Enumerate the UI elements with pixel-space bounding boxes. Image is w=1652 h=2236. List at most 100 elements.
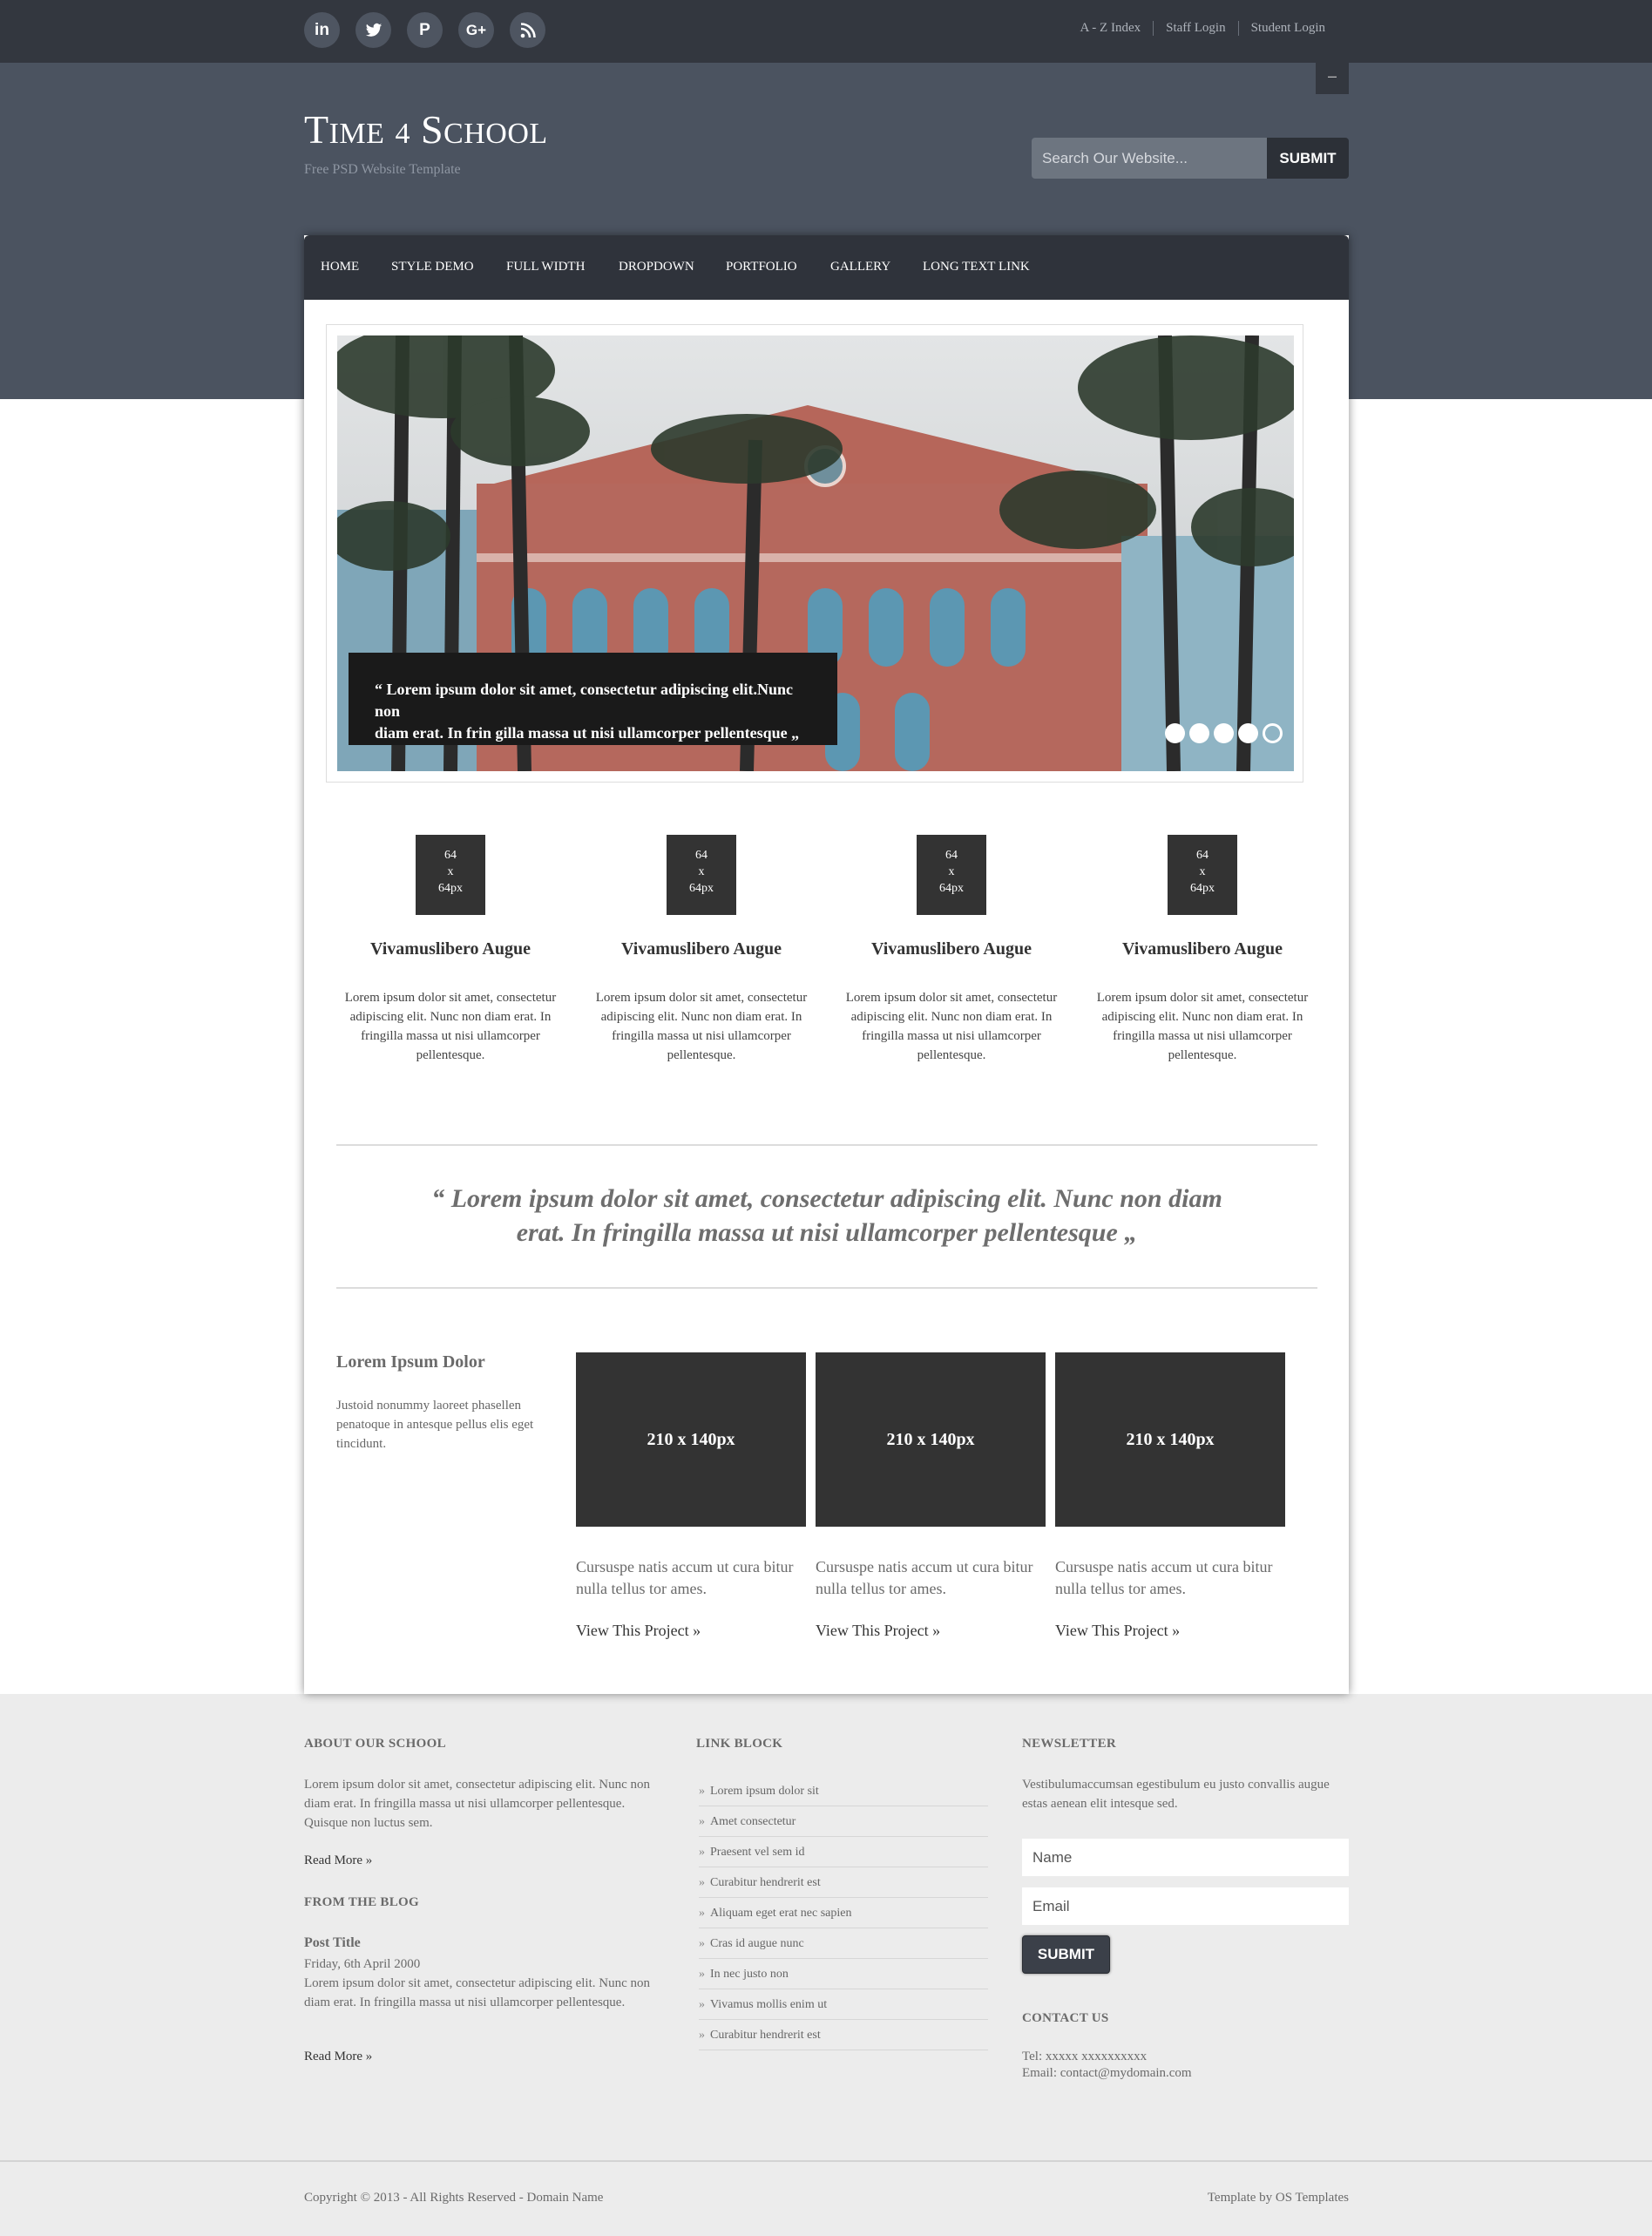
contact-email: Email: contact@mydomain.com: [1022, 2066, 1192, 2080]
feature-column: 64 x 64px Vivamuslibero Augue Lorem ipsum …: [342, 835, 559, 1065]
linkedin-icon[interactable]: in: [304, 12, 340, 48]
nav-dropdown[interactable]: DROPDOWN: [619, 260, 694, 274]
az-index-link[interactable]: A - Z Index: [1068, 21, 1154, 36]
google-plus-icon[interactable]: G+: [458, 12, 494, 48]
nav-full-width[interactable]: FULL WIDTH: [506, 260, 585, 274]
link-block-heading: LINK BLOCK: [696, 1737, 783, 1751]
about-heading: ABOUT OUR SCHOOL: [304, 1737, 446, 1751]
nav-gallery[interactable]: GALLERY: [830, 260, 890, 274]
chevron-right-icon: »: [699, 1785, 705, 1798]
newsletter-email-field[interactable]: [1022, 1887, 1349, 1925]
twitter-icon[interactable]: [355, 12, 391, 48]
chevron-right-icon: »: [699, 1937, 705, 1950]
nav-long-text-link[interactable]: LONG TEXT LINK: [923, 260, 1030, 274]
slider-dot[interactable]: [1238, 723, 1258, 743]
link-block-item[interactable]: » Aliquam eget erat nec sapien: [699, 1899, 988, 1928]
feature-icon-placeholder: 64 x 64px: [1168, 835, 1237, 915]
icon-placeholder-size: 64: [444, 849, 457, 862]
slider-image: “ Lorem ipsum dolor sit amet, consectetu…: [337, 335, 1294, 771]
search-submit-button[interactable]: SUBMIT: [1267, 138, 1349, 179]
feature-column: 64 x 64px Vivamuslibero Augue Lorem ipsum …: [1093, 835, 1311, 1065]
link-block-item[interactable]: » Curabitur hendrerit est: [699, 1868, 988, 1898]
pull-quote-line-1: “ Lorem ipsum dolor sit amet, consectetu…: [431, 1184, 1222, 1213]
link-block-item-label: Curabitur hendrerit est: [710, 1876, 821, 1889]
project-thumbnail[interactable]: 210 x 140px: [1055, 1352, 1285, 1527]
icon-placeholder-size: 64px: [438, 882, 463, 895]
portfolio-side-text: Justoid nonummy laoreet phasellen penato…: [336, 1399, 534, 1451]
slider-dot[interactable]: [1189, 723, 1209, 743]
newsletter-text: Vestibulumaccumsan egestibulum eu justo …: [1022, 1778, 1330, 1811]
feature-title: Vivamuslibero Augue: [370, 939, 531, 959]
link-block-item-label: Amet consectetur: [710, 1815, 796, 1828]
site-tagline: Free PSD Website Template: [304, 162, 461, 177]
chevron-right-icon: »: [699, 1876, 705, 1889]
slider-dot[interactable]: [1165, 723, 1185, 743]
link-block-item-label: Lorem ipsum dolor sit: [710, 1785, 819, 1798]
site-logo[interactable]: TIME 4 SCHOOL: [304, 110, 548, 150]
feature-icon-placeholder: 64 x 64px: [416, 835, 485, 915]
project-thumbnail[interactable]: 210 x 140px: [576, 1352, 806, 1527]
slider-caption-line-2: diam erat. In frin gilla massa ut nisi u…: [375, 724, 800, 742]
link-block-item[interactable]: » In nec justo non: [699, 1960, 988, 1989]
feature-column: 64 x 64px Vivamuslibero Augue Lorem ipsum …: [592, 835, 810, 1065]
view-project-link[interactable]: View This Project »: [816, 1622, 940, 1640]
link-block-item[interactable]: » Praesent vel sem id: [699, 1838, 988, 1867]
link-block-item[interactable]: » Curabitur hendrerit est: [699, 2021, 988, 2050]
icon-placeholder-size: 64px: [939, 882, 964, 895]
nav-portfolio[interactable]: PORTFOLIO: [726, 260, 797, 274]
chevron-right-icon: »: [699, 2029, 705, 2042]
pull-quote-line-2: erat. In fringilla massa ut nisi ullamco…: [516, 1218, 1138, 1247]
main-nav: HOME STYLE DEMO FULL WIDTH DROPDOWN PORT…: [304, 235, 1349, 300]
link-block-item[interactable]: » Amet consectetur: [699, 1807, 988, 1837]
post-read-more-link[interactable]: Read More »: [304, 2050, 372, 2064]
copyright-text: Copyright © 2013 - All Rights Reserved -…: [304, 2191, 604, 2205]
chevron-right-icon: »: [699, 1907, 705, 1920]
about-read-more-link[interactable]: Read More »: [304, 1853, 372, 1868]
feature-text: Lorem ipsum dolor sit amet, consectetur …: [595, 991, 808, 1062]
feature-icon-placeholder: 64 x 64px: [667, 835, 736, 915]
icon-placeholder-x: x: [948, 865, 955, 878]
feature-title: Vivamuslibero Augue: [621, 939, 782, 959]
link-block-item[interactable]: » Lorem ipsum dolor sit: [699, 1777, 988, 1806]
feature-text: Lorem ipsum dolor sit amet, consectetur …: [845, 991, 1058, 1062]
icon-placeholder-x: x: [1199, 865, 1206, 878]
chevron-right-icon: »: [699, 1998, 705, 2011]
link-block-item-label: In nec justo non: [710, 1968, 789, 1981]
project-description: Cursuspe natis accum ut cura bitur nulla…: [1055, 1558, 1273, 1597]
staff-login-link[interactable]: Staff Login: [1153, 21, 1237, 36]
slider-dot[interactable]: [1214, 723, 1234, 743]
template-credit-link[interactable]: Template by OS Templates: [1208, 2191, 1349, 2206]
linkedin-icon-label: in: [315, 20, 329, 39]
blog-heading: FROM THE BLOG: [304, 1895, 419, 1909]
student-login-link[interactable]: Student Login: [1237, 21, 1337, 36]
link-block-item[interactable]: » Vivamus mollis enim ut: [699, 1990, 988, 2020]
chevron-right-icon: »: [699, 1968, 705, 1981]
rss-icon[interactable]: [510, 12, 545, 48]
top-bar: [0, 0, 1652, 63]
newsletter-submit-button[interactable]: SUBMIT: [1022, 1935, 1110, 1974]
footer-divider: [0, 2160, 1652, 2162]
feature-title: Vivamuslibero Augue: [1122, 939, 1283, 959]
newsletter-name-field[interactable]: [1022, 1839, 1349, 1876]
slider-dot-active[interactable]: [1263, 723, 1283, 743]
pinterest-icon[interactable]: P: [407, 12, 443, 48]
project-thumbnail[interactable]: 210 x 140px: [816, 1352, 1046, 1527]
chevron-right-icon: »: [699, 1815, 705, 1828]
view-project-link[interactable]: View This Project »: [576, 1622, 701, 1640]
nav-style-demo[interactable]: STYLE DEMO: [391, 260, 474, 274]
slider-caption: “ Lorem ipsum dolor sit amet, consectetu…: [349, 653, 837, 745]
feature-column: 64 x 64px Vivamuslibero Augue Lorem ipsum …: [843, 835, 1060, 1065]
feature-icon-placeholder: 64 x 64px: [917, 835, 986, 915]
post-title[interactable]: Post Title: [304, 1935, 361, 1951]
link-block-item[interactable]: » Cras id augue nunc: [699, 1929, 988, 1959]
search-input[interactable]: [1032, 138, 1267, 179]
icon-placeholder-size: 64px: [1190, 882, 1215, 895]
nav-home[interactable]: HOME: [321, 260, 359, 274]
pull-quote: “ Lorem ipsum dolor sit amet, consectetu…: [409, 1182, 1245, 1250]
slider-caption-line-1: “ Lorem ipsum dolor sit amet, consectetu…: [375, 681, 793, 720]
collapse-toggle[interactable]: –: [1316, 63, 1349, 94]
view-project-link[interactable]: View This Project »: [1055, 1622, 1180, 1640]
link-block-item-label: Aliquam eget erat nec sapien: [710, 1907, 852, 1920]
pinterest-icon-label: P: [419, 20, 430, 39]
project-description: Cursuspe natis accum ut cura bitur nulla…: [576, 1558, 794, 1597]
